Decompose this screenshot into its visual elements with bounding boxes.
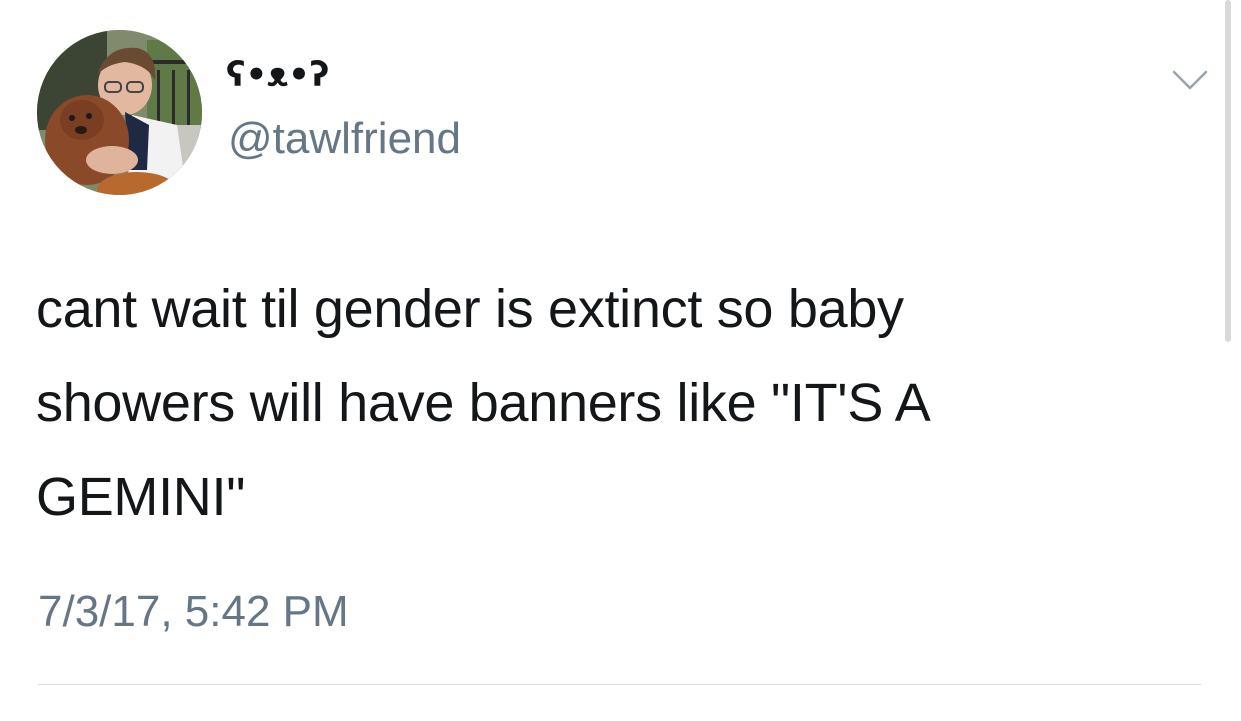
- divider: [38, 684, 1201, 685]
- tweet-timestamp[interactable]: 7/3/17, 5:42 PM: [38, 586, 349, 638]
- tweet-text: cant wait til gender is extinct so baby …: [36, 262, 1196, 544]
- tweet-text-line: showers will have banners like "IT'S A: [36, 373, 931, 433]
- tweet-card: ʕ•ᴥ•ʔ @tawlfriend cant wait til gender i…: [0, 0, 1241, 721]
- avatar[interactable]: [37, 30, 202, 195]
- scrollbar[interactable]: [1225, 0, 1231, 342]
- chevron-down-icon[interactable]: [1170, 66, 1210, 96]
- user-handle[interactable]: @tawlfriend: [228, 113, 461, 165]
- avatar-image: [37, 30, 202, 195]
- tweet-text-line: cant wait til gender is extinct so baby: [36, 279, 904, 339]
- display-name[interactable]: ʕ•ᴥ•ʔ: [226, 52, 329, 98]
- tweet-text-line: GEMINI": [36, 467, 246, 527]
